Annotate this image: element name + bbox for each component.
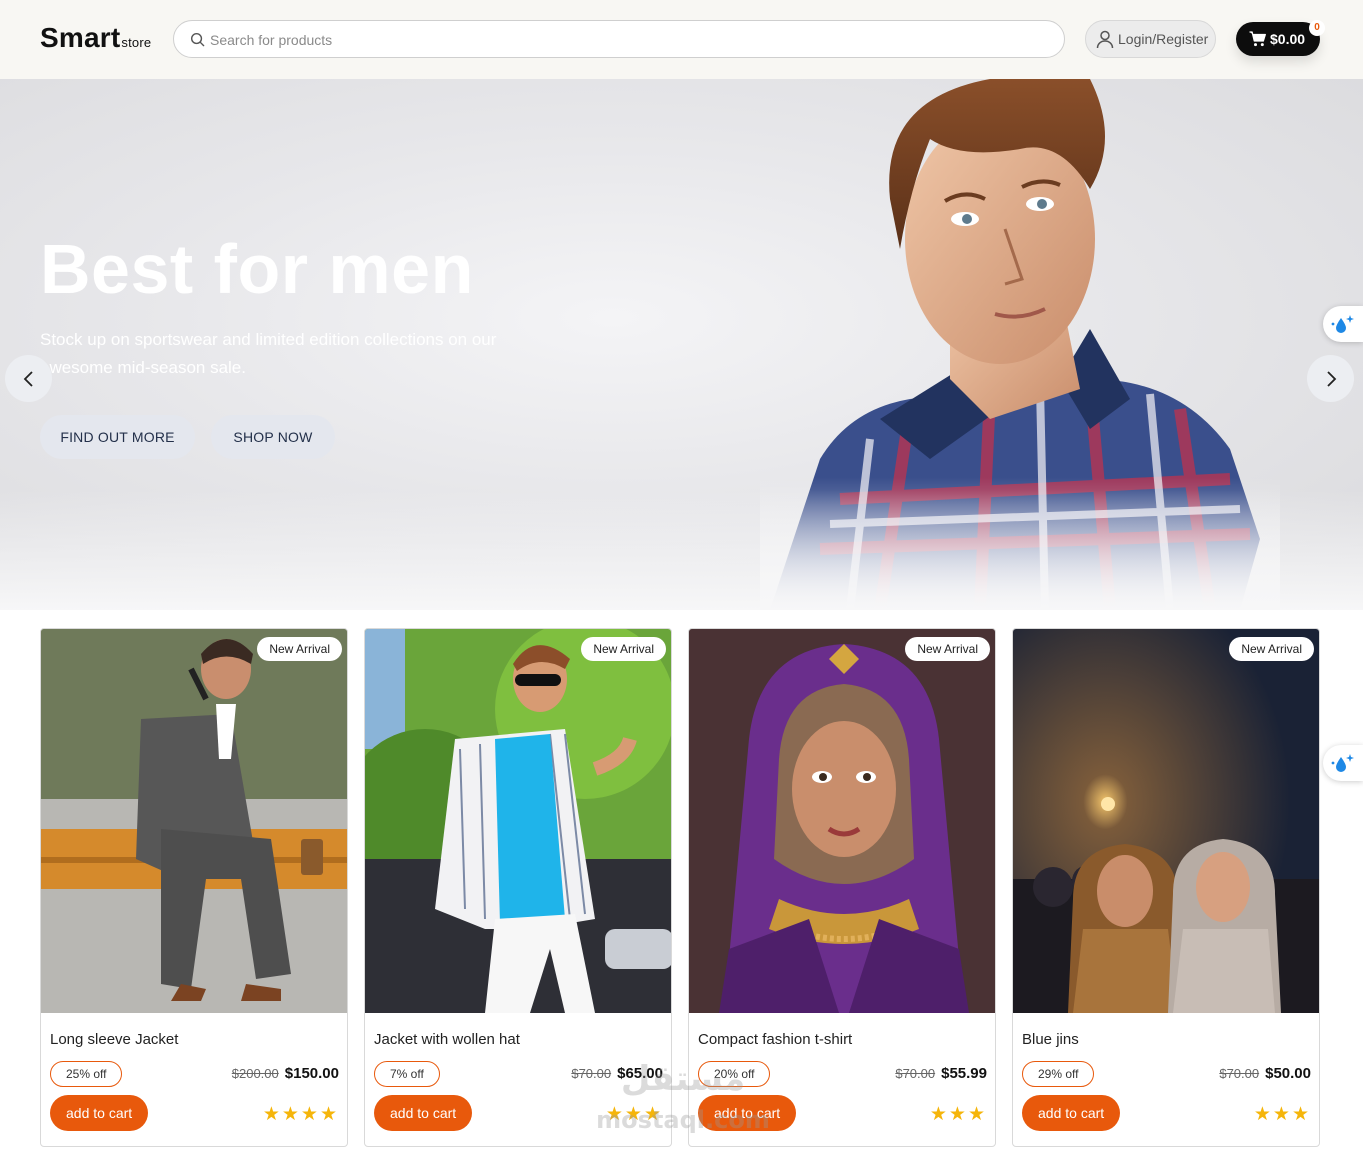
cart-icon [1249, 31, 1266, 47]
hero-banner: Best for men Stock up on sportswear and … [0, 79, 1363, 610]
price-group: $70.00 $50.00 [1219, 1065, 1311, 1082]
current-price: $55.99 [941, 1065, 987, 1082]
discount-badge: 25% off [50, 1061, 123, 1087]
product-image[interactable]: New Arrival [365, 629, 671, 1013]
site-header: Smartstore Login/Register $0.00 0 [0, 0, 1363, 79]
product-photo-woman-hijab [689, 629, 995, 1013]
star-rating: ★★★★ [262, 1104, 339, 1125]
droplet-sparkle-icon [1331, 315, 1354, 333]
product-image[interactable]: New Arrival [41, 629, 347, 1013]
logo-main: Smart [40, 22, 121, 53]
old-price: $70.00 [571, 1066, 612, 1081]
price-group: $70.00 $55.99 [895, 1065, 987, 1082]
chevron-left-icon [23, 370, 33, 387]
product-title[interactable]: Blue jins [1022, 1031, 1079, 1048]
chevron-right-icon [1326, 370, 1336, 387]
discount-badge: 29% off [1022, 1061, 1095, 1087]
price-group: $200.00 $150.00 [232, 1065, 339, 1082]
old-price: $70.00 [1219, 1066, 1260, 1081]
product-title[interactable]: Jacket with wollen hat [374, 1031, 520, 1048]
price-group: $70.00 $65.00 [571, 1065, 663, 1082]
new-arrival-badge: New Arrival [905, 637, 990, 661]
product-grid: New Arrival Long sleeve Jacket 25% off $… [40, 628, 1320, 1147]
current-price: $150.00 [284, 1065, 339, 1082]
new-arrival-badge: New Arrival [1229, 637, 1314, 661]
current-price: $65.00 [617, 1065, 663, 1082]
user-icon [1096, 30, 1114, 49]
cart-total: $0.00 [1270, 31, 1306, 47]
new-arrival-badge: New Arrival [257, 637, 342, 661]
cart-count-badge: 0 [1309, 20, 1325, 36]
product-card[interactable]: New Arrival Long sleeve Jacket 25% off $… [40, 628, 348, 1147]
search-input[interactable] [210, 30, 1050, 50]
star-rating: ★★★ [1253, 1104, 1311, 1125]
product-title[interactable]: Compact fashion t-shirt [698, 1031, 852, 1048]
carousel-next-button[interactable] [1307, 355, 1354, 402]
cart-button[interactable]: $0.00 [1236, 22, 1320, 56]
discount-badge: 20% off [698, 1061, 771, 1087]
new-arrival-badge: New Arrival [581, 637, 666, 661]
product-image[interactable]: New Arrival [689, 629, 995, 1013]
current-price: $50.00 [1265, 1065, 1311, 1082]
old-price: $70.00 [895, 1066, 936, 1081]
login-register-button[interactable]: Login/Register [1085, 20, 1216, 58]
old-price: $200.00 [231, 1066, 279, 1081]
product-card[interactable]: New Arrival Jacket with wollen hat 7% of… [364, 628, 672, 1147]
hero-fade [0, 490, 1363, 610]
product-image[interactable]: New Arrival [1013, 629, 1319, 1013]
add-to-cart-button[interactable]: add to cart [698, 1095, 797, 1131]
carousel-prev-button[interactable] [5, 355, 52, 402]
side-widget-top[interactable] [1323, 306, 1363, 342]
hero-title: Best for men [40, 230, 474, 308]
product-card[interactable]: New Arrival Blue jins 29% off $70.00 $50.… [1012, 628, 1320, 1147]
discount-badge: 7% off [374, 1061, 440, 1087]
star-rating: ★★★ [605, 1104, 663, 1125]
product-title[interactable]: Long sleeve Jacket [50, 1031, 178, 1048]
search-icon [190, 32, 205, 47]
product-card[interactable]: New Arrival Compact fashion t-shirt 20% … [688, 628, 996, 1147]
logo-sub: store [121, 35, 152, 50]
product-photo-two-women [1013, 629, 1319, 1013]
search-bar[interactable] [173, 20, 1065, 58]
hero-subtitle: Stock up on sportswear and limited editi… [40, 330, 497, 377]
product-photo-man-suit [41, 629, 347, 1013]
shop-now-button[interactable]: SHOP NOW [211, 415, 335, 459]
star-rating: ★★★ [929, 1104, 987, 1125]
side-widget-bottom[interactable] [1323, 745, 1363, 781]
product-photo-man-blazer [365, 629, 671, 1013]
find-out-more-button[interactable]: FIND OUT MORE [40, 415, 195, 459]
droplet-sparkle-icon [1331, 754, 1354, 772]
add-to-cart-button[interactable]: add to cart [1022, 1095, 1121, 1131]
login-label: Login/Register [1118, 31, 1209, 47]
add-to-cart-button[interactable]: add to cart [374, 1095, 473, 1131]
add-to-cart-button[interactable]: add to cart [50, 1095, 149, 1131]
logo[interactable]: Smartstore [40, 22, 151, 54]
